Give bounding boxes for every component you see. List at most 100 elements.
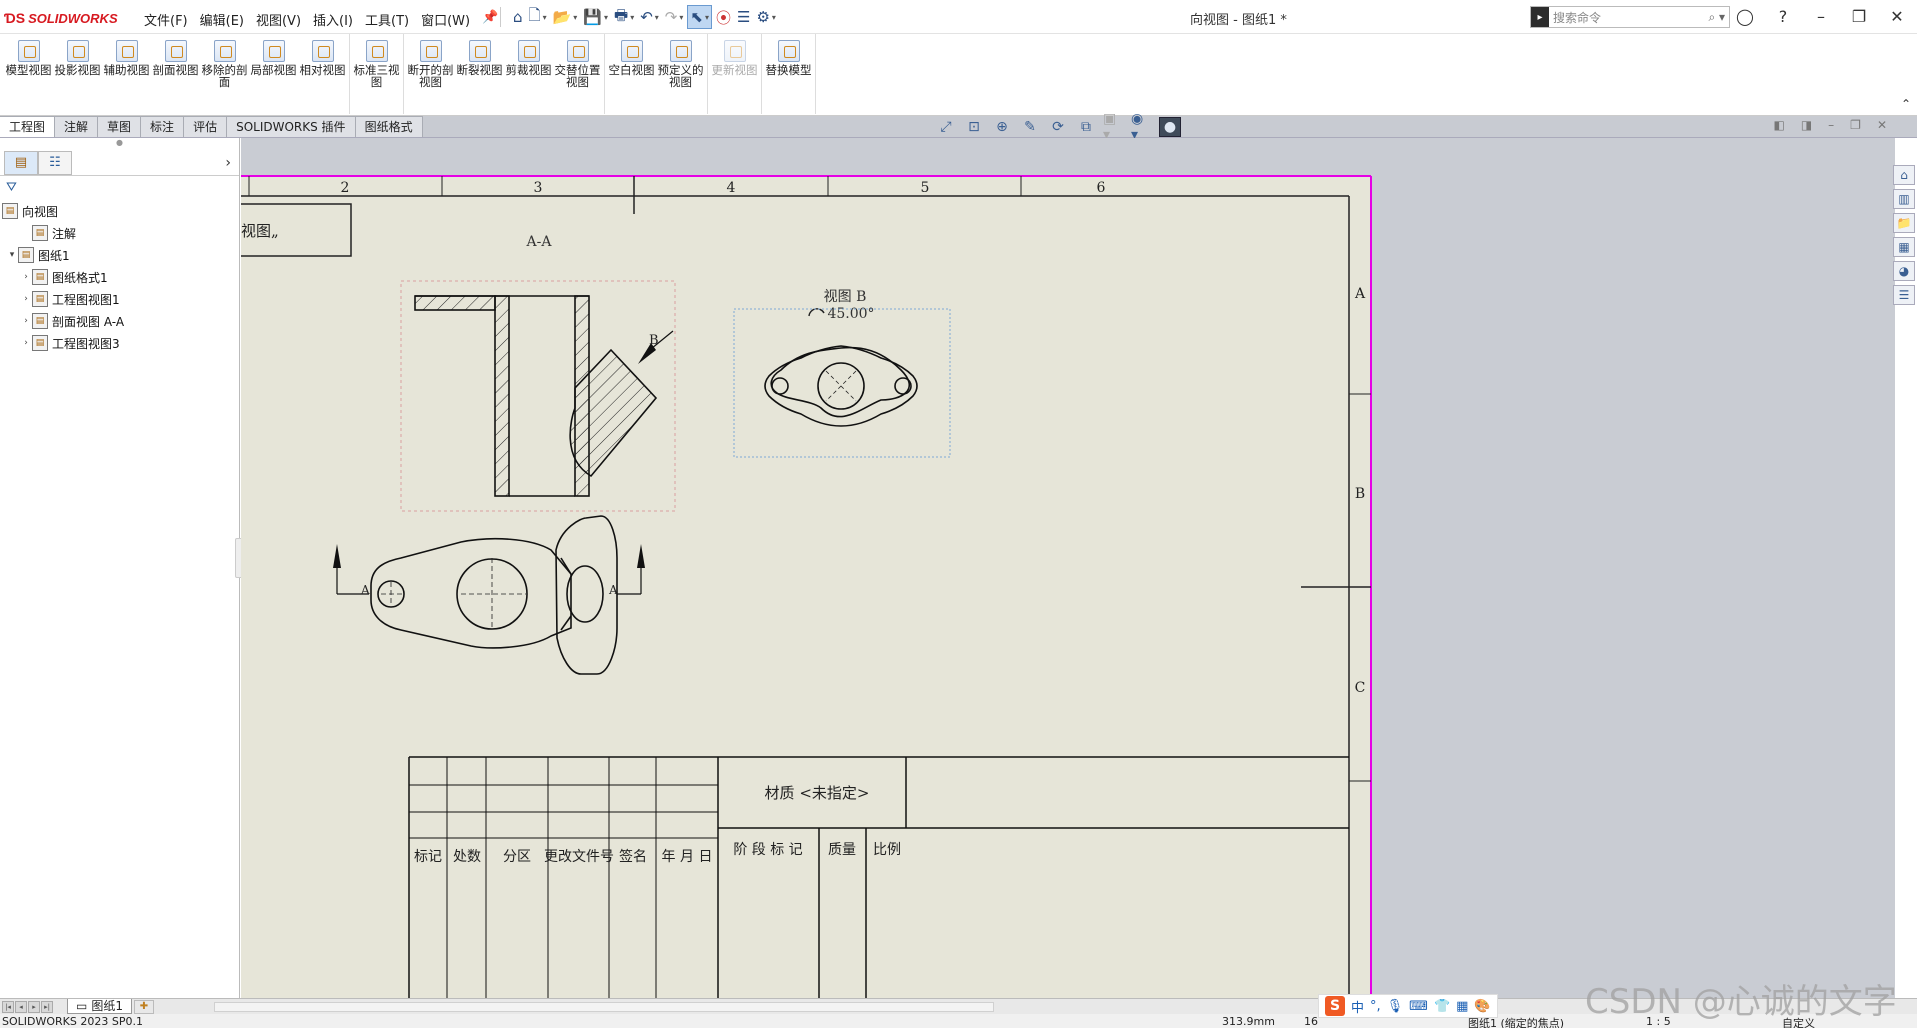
traffic-light-icon[interactable]: ⦿ — [714, 5, 733, 29]
tree-toggle-icon[interactable]: › — [20, 294, 32, 304]
tree-node[interactable]: › ▤ 图纸格式1 — [2, 266, 239, 288]
appearance-icon[interactable]: ● — [1159, 117, 1181, 137]
tree-toggle-icon[interactable]: › — [20, 316, 32, 326]
ime-menu-icon[interactable]: 🎨 — [1474, 999, 1490, 1014]
restore-button[interactable]: ❐ — [1847, 4, 1871, 28]
save-icon[interactable]: 💾 ▾ — [581, 5, 610, 29]
projected-view-button[interactable]: 投影视图 — [53, 34, 102, 114]
menu-item-5[interactable]: 窗口(W) — [415, 8, 476, 31]
prev-sheet-button[interactable]: ◂ — [15, 1000, 27, 1013]
alternate-position-button[interactable]: 交替位置视图 — [553, 34, 602, 114]
zoom-to-area-icon[interactable]: ⊡ — [963, 117, 985, 137]
sheet-tab-1[interactable]: ▭ 图纸1 — [67, 999, 132, 1014]
predefined-view-button[interactable]: 预定义的视图 — [656, 34, 705, 114]
horizontal-scrollbar[interactable] — [213, 1001, 994, 1012]
zoom-to-fit-icon[interactable]: ⤢ — [935, 117, 957, 137]
custom-properties-icon[interactable]: ☰ — [1893, 285, 1915, 305]
tab-1[interactable]: 注解 — [55, 116, 99, 137]
viewport-close-icon[interactable]: ✕ — [1877, 118, 1887, 132]
keyboard-icon[interactable]: ⌨ — [1409, 999, 1428, 1014]
next-sheet-button[interactable]: ▸ — [28, 1000, 40, 1013]
zoom-in-out-icon[interactable]: ⊕ — [991, 117, 1013, 137]
tree-toggle-icon[interactable]: › — [20, 272, 32, 282]
tree-node[interactable]: › ▤ 工程图视图1 — [2, 288, 239, 310]
menu-item-1[interactable]: 编辑(E) — [194, 8, 250, 31]
minimize-button[interactable]: – — [1809, 4, 1833, 28]
display-style-icon[interactable]: ▣ ▾ — [1103, 111, 1125, 143]
tree-node[interactable]: ▤ 注解 — [2, 222, 239, 244]
solidworks-resources-icon[interactable]: ⌂ — [1893, 165, 1915, 185]
hide-show-icon[interactable]: ◉ ▾ — [1131, 111, 1153, 143]
tab-4[interactable]: 评估 — [184, 116, 228, 137]
tree-root[interactable]: ▤ 向视图 — [2, 200, 239, 222]
panel-expand-icon[interactable]: › — [225, 155, 231, 171]
search-commands[interactable]: ▸ 搜索命令 ⌕ ▾ — [1530, 6, 1730, 28]
update-view-button[interactable]: 更新视图 — [710, 34, 759, 114]
menu-item-3[interactable]: 插入(I) — [307, 8, 359, 31]
collapse-ribbon-icon[interactable]: ⌃ — [1901, 97, 1911, 111]
redo-icon[interactable]: ↷ ▾ — [663, 5, 686, 29]
undo-icon[interactable]: ↶ ▾ — [638, 5, 661, 29]
skin-icon[interactable]: 👕 — [1434, 999, 1450, 1014]
broken-out-section-button[interactable]: 断开的剖视图 — [406, 34, 455, 114]
tab-2[interactable]: 草图 — [98, 116, 142, 137]
empty-view-button[interactable]: 空白视图 — [607, 34, 656, 114]
help-icon[interactable]: ? — [1771, 4, 1795, 28]
appearances-icon[interactable]: ◕ — [1893, 261, 1915, 281]
menu-item-4[interactable]: 工具(T) — [359, 8, 415, 31]
tab-0[interactable]: 工程图 — [0, 116, 56, 137]
view-orientation-icon[interactable]: ⧉ — [1075, 117, 1097, 137]
file-props-icon[interactable]: ☰ — [735, 5, 752, 29]
tab-5[interactable]: SOLIDWORKS 插件 — [227, 116, 356, 137]
break-view-button[interactable]: 断裂视图 — [455, 34, 504, 114]
replace-model-button[interactable]: 替换模型 — [764, 34, 813, 114]
design-library-icon[interactable]: ▥ — [1893, 189, 1915, 209]
tree-toggle-icon[interactable]: ▾ — [6, 250, 18, 260]
new-icon[interactable]: 🗋 ▾ — [527, 5, 549, 29]
tree-node[interactable]: › ▤ 剖面视图 A-A — [2, 310, 239, 332]
property-manager-tab[interactable]: ☷ — [38, 150, 72, 175]
viewport-minimize-icon[interactable]: – — [1828, 118, 1834, 132]
sogou-ime-icon[interactable]: S — [1325, 996, 1345, 1016]
microphone-icon[interactable]: 🎙 — [1387, 999, 1404, 1014]
feature-manager-tab[interactable]: ▤ — [4, 150, 38, 175]
tab-6[interactable]: 图纸格式 — [355, 116, 423, 137]
sketch-icon[interactable]: ✎ — [1019, 117, 1041, 137]
options-icon[interactable]: ⚙ ▾ — [754, 5, 777, 29]
home-icon[interactable]: ⌂ — [511, 5, 525, 29]
crop-view-button[interactable]: 剪裁视图 — [504, 34, 553, 114]
print-icon[interactable]: 🖶 ▾ — [612, 5, 636, 29]
menu-item-0[interactable]: 文件(F) — [138, 8, 194, 31]
open-icon[interactable]: 📂 ▾ — [551, 5, 580, 29]
tile-right-icon[interactable]: ◨ — [1801, 118, 1812, 132]
tile-left-icon[interactable]: ◧ — [1773, 118, 1784, 132]
graphics-area[interactable]: 2 3 4 5 6 A B C 视图„ A-A B 视图 B 45.00° A … — [241, 138, 1895, 998]
toolbox-icon[interactable]: ▦ — [1456, 999, 1468, 1014]
close-button[interactable]: ✕ — [1885, 4, 1909, 28]
add-sheet-button[interactable]: ✚ — [133, 999, 154, 1014]
standard-3-view-button[interactable]: 标准三视图 — [352, 34, 401, 114]
account-icon[interactable]: ◯ — [1733, 4, 1757, 28]
tree-node[interactable]: ▾ ▤ 图纸1 — [2, 244, 239, 266]
ime-chinese-mode[interactable]: 中 — [1351, 997, 1364, 1016]
filter-icon[interactable]: ⛛ — [0, 176, 239, 200]
search-icon[interactable]: ⌕ ▾ — [1708, 10, 1725, 25]
view-palette-icon[interactable]: ▦ — [1893, 237, 1915, 257]
first-sheet-button[interactable]: |◂ — [2, 1000, 14, 1013]
viewport-restore-icon[interactable]: ❐ — [1850, 118, 1861, 132]
tab-3[interactable]: 标注 — [141, 116, 185, 137]
tree-node[interactable]: › ▤ 工程图视图3 — [2, 332, 239, 354]
relative-view-button[interactable]: 相对视图 — [298, 34, 347, 114]
ime-punctuation-icon[interactable]: °, — [1370, 999, 1381, 1014]
select-icon[interactable]: ⬉ ▾ — [687, 5, 712, 29]
section-view-button[interactable]: 剖面视图 — [151, 34, 200, 114]
drawing-canvas[interactable]: 2 3 4 5 6 A B C 视图„ A-A B 视图 B 45.00° A … — [241, 138, 1895, 998]
model-view-button[interactable]: 模型视图 — [4, 34, 53, 114]
rebuild-icon[interactable]: ⟳ — [1047, 117, 1069, 137]
removed-section-button[interactable]: 移除的剖面 — [200, 34, 249, 114]
menu-item-2[interactable]: 视图(V) — [250, 8, 307, 31]
auxiliary-view-button[interactable]: 辅助视图 — [102, 34, 151, 114]
last-sheet-button[interactable]: ▸| — [41, 1000, 53, 1013]
file-explorer-icon[interactable]: 📁 — [1893, 213, 1915, 233]
tree-toggle-icon[interactable]: › — [20, 338, 32, 348]
